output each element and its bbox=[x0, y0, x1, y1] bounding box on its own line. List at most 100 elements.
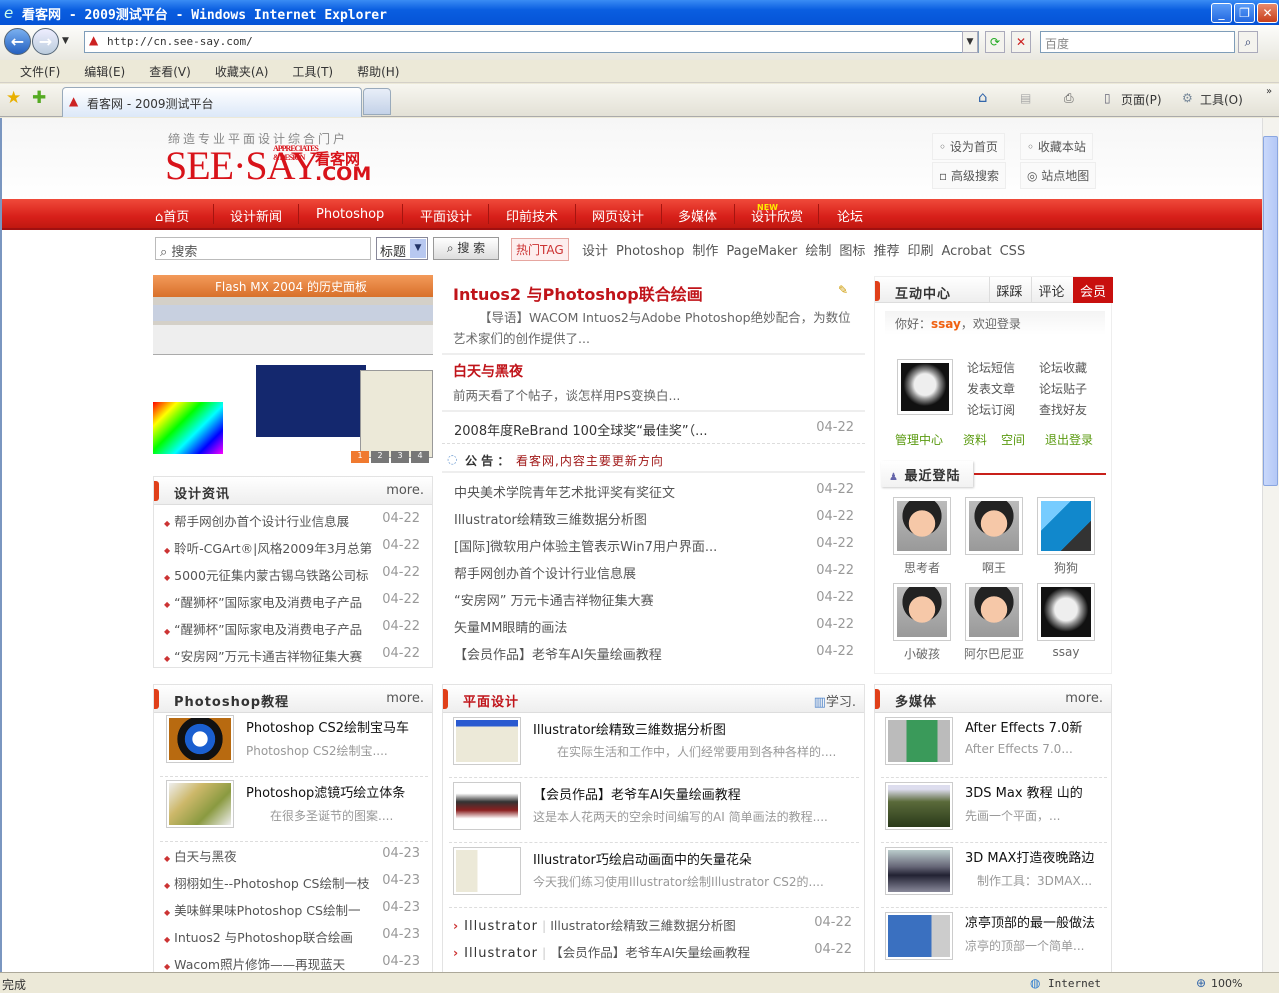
news-row[interactable]: 矢量MM眼睛的画法 04-22 bbox=[454, 617, 854, 637]
list-item[interactable]: ◆ “醒狮杯”国际家电及消费电子产品 04-22 bbox=[164, 619, 420, 639]
more-link[interactable]: more. bbox=[1065, 691, 1103, 706]
sitemap-link[interactable]: ◎ 站点地图 bbox=[1020, 162, 1097, 189]
menu-edit[interactable]: 编辑(E) bbox=[84, 65, 125, 79]
menu-file[interactable]: 文件(F) bbox=[20, 65, 60, 79]
search-field-select[interactable]: 标题 ▼ bbox=[376, 237, 428, 260]
recent-user-name[interactable]: 阿尔巴尼亚 bbox=[961, 645, 1027, 662]
list-item[interactable]: ◆ Wacom照片修饰——再现蓝天 04-23 bbox=[164, 954, 420, 972]
hot-tag[interactable]: 推荐 bbox=[873, 244, 899, 259]
nav-photoshop[interactable]: Photoshop bbox=[316, 207, 384, 222]
news-row[interactable]: Illustrator绘精致三維数据分析图 04-22 bbox=[454, 509, 854, 529]
recent-user-avatar[interactable] bbox=[893, 583, 951, 641]
minimize-button[interactable]: _ bbox=[1211, 3, 1232, 23]
forum-posts-link[interactable]: 论坛贴子 bbox=[1039, 380, 1087, 397]
slide-page-2[interactable]: 2 bbox=[371, 451, 389, 463]
tools-menu[interactable]: 工具(O) bbox=[1200, 91, 1243, 108]
headline-title[interactable]: Intuos2 与Photoshop联合绘画 bbox=[453, 281, 703, 305]
logout-link[interactable]: 退出登录 bbox=[1045, 431, 1093, 448]
site-search-button[interactable]: ⌕ 搜 索 bbox=[433, 237, 499, 260]
slideshow[interactable]: Flash MX 2004 的历史面板 1 2 3 4 bbox=[153, 275, 433, 463]
thumb-image[interactable] bbox=[885, 717, 953, 765]
close-button[interactable]: ✕ bbox=[1257, 3, 1278, 23]
back-button[interactable]: ← bbox=[4, 28, 31, 55]
list-item[interactable]: › Illustrator | Illustrator绘精致三維数据分析图 04-22 bbox=[453, 915, 852, 935]
recent-user-avatar[interactable] bbox=[1037, 497, 1095, 555]
address-dropdown-icon[interactable]: ▼ bbox=[962, 31, 978, 53]
learn-link[interactable]: ▥学习. bbox=[814, 691, 856, 710]
item-title[interactable]: Photoshop CS2绘制宝马车 bbox=[246, 717, 409, 736]
item-title[interactable]: Illustrator绘精致三維数据分析图 bbox=[533, 719, 726, 738]
thumb-image[interactable] bbox=[885, 912, 953, 960]
item-title[interactable]: 【会员作品】老爷车AI矢量绘画教程 bbox=[533, 784, 741, 803]
thumb-image[interactable] bbox=[453, 782, 521, 830]
tab-members[interactable]: 会员 bbox=[1073, 277, 1113, 303]
list-item[interactable]: ◆ 5000元征集内蒙古锡乌铁路公司标 04-22 bbox=[164, 565, 420, 585]
recent-user-name[interactable]: ssay bbox=[1033, 645, 1099, 659]
hot-tag[interactable]: 图标 bbox=[839, 244, 865, 259]
tab-caicai[interactable]: 踩踩 bbox=[989, 277, 1029, 303]
favorites-star-icon[interactable]: ★ bbox=[6, 88, 21, 108]
profile-link[interactable]: 资料 bbox=[963, 431, 987, 448]
item-title[interactable]: After Effects 7.0新 bbox=[965, 717, 1105, 736]
slide-page-3[interactable]: 3 bbox=[391, 451, 409, 463]
home-icon[interactable]: ⌂ bbox=[978, 88, 988, 106]
search-go-button[interactable]: ⌕ bbox=[1238, 31, 1258, 53]
menu-help[interactable]: 帮助(H) bbox=[357, 65, 399, 79]
list-item[interactable]: › Illustrator | 【会员作品】老爷车AI矢量绘画教程 04-22 bbox=[453, 942, 852, 962]
nav-forum[interactable]: 论坛 bbox=[837, 206, 863, 225]
category-link[interactable]: Illustrator bbox=[464, 919, 538, 934]
item-title[interactable]: 3DS Max 教程 山的 bbox=[965, 782, 1105, 801]
menu-view[interactable]: 查看(V) bbox=[149, 65, 191, 79]
search-input[interactable]: 百度 bbox=[1040, 31, 1235, 53]
nav-design-news[interactable]: 设计新闻 bbox=[230, 206, 282, 225]
list-item[interactable]: ◆ 聆听-CGArt®|风格2009年3月总第 04-22 bbox=[164, 538, 420, 558]
bookmark-site-link[interactable]: ◦ 收藏本站 bbox=[1020, 133, 1093, 160]
menu-favorites[interactable]: 收藏夹(A) bbox=[215, 65, 269, 79]
news-row[interactable]: [国际]微软用户体验主管表示Win7用户界面... 04-22 bbox=[454, 536, 854, 556]
stop-button[interactable]: ✕ bbox=[1011, 31, 1031, 53]
news-row[interactable]: 2008年度ReBrand 100全球奖“最佳奖”（... 04-22 bbox=[454, 420, 854, 440]
item-title[interactable]: Photoshop滤镜巧绘立体条 bbox=[246, 782, 405, 801]
set-homepage-link[interactable]: ◦ 设为首页 bbox=[932, 133, 1005, 160]
refresh-button[interactable]: ⟳ bbox=[985, 31, 1005, 53]
recent-user-avatar[interactable] bbox=[1037, 583, 1095, 641]
history-dropdown-icon[interactable]: ▼ bbox=[62, 36, 69, 46]
scrollbar-thumb[interactable] bbox=[1263, 136, 1278, 486]
find-friends-link[interactable]: 查找好友 bbox=[1039, 401, 1087, 418]
hot-tag[interactable]: CSS bbox=[1000, 244, 1026, 259]
hot-tag[interactable]: Acrobat bbox=[941, 244, 991, 259]
thumb-image[interactable] bbox=[453, 847, 521, 895]
forward-button[interactable]: → bbox=[32, 28, 59, 55]
notice-link[interactable]: 看客网,内容主要更新方向 bbox=[516, 452, 664, 469]
thumb-image[interactable] bbox=[885, 782, 953, 830]
zoom-level[interactable]: 100% bbox=[1211, 977, 1242, 990]
thumb-image[interactable] bbox=[166, 780, 234, 828]
news-row[interactable]: 中央美术学院青年艺术批评奖有奖征文 04-22 bbox=[454, 482, 854, 502]
category-link[interactable]: Illustrator bbox=[464, 946, 538, 961]
recent-user-name[interactable]: 啊王 bbox=[961, 559, 1027, 576]
hot-tag[interactable]: PageMaker bbox=[726, 244, 797, 259]
space-link[interactable]: 空间 bbox=[1001, 431, 1025, 448]
nav-graphic-design[interactable]: 平面设计 bbox=[420, 206, 472, 225]
site-search-input[interactable]: ⌕ 搜索 bbox=[155, 237, 371, 260]
item-title[interactable]: Illustrator巧绘启动画面中的矢量花朵 bbox=[533, 849, 752, 868]
chevron-more-icon[interactable]: » bbox=[1266, 86, 1272, 97]
list-item[interactable]: ◆ 帮手网创办首个设计行业信息展 04-22 bbox=[164, 511, 420, 531]
forum-favorites-link[interactable]: 论坛收藏 bbox=[1039, 359, 1087, 376]
recent-user-name[interactable]: 思考者 bbox=[889, 559, 955, 576]
hot-tag[interactable]: 设计 bbox=[582, 244, 608, 259]
menu-tools[interactable]: 工具(T) bbox=[292, 65, 333, 79]
nav-web-design[interactable]: 网页设计 bbox=[592, 206, 644, 225]
thumb-image[interactable] bbox=[166, 715, 234, 763]
advanced-search-link[interactable]: ▫ 高级搜索 bbox=[932, 162, 1006, 189]
nav-home[interactable]: ⌂首页 bbox=[155, 206, 189, 225]
hot-tag[interactable]: Photoshop bbox=[616, 244, 684, 259]
hot-tag[interactable]: 绘制 bbox=[805, 244, 831, 259]
list-item[interactable]: ◆ 栩栩如生--Photoshop CS绘制一枝 04-23 bbox=[164, 873, 420, 893]
list-item[interactable]: ◆ 白天与黑夜 04-23 bbox=[164, 846, 420, 866]
tab-comments[interactable]: 评论 bbox=[1031, 277, 1071, 303]
nav-design-gallery[interactable]: NEW 设计欣赏 bbox=[751, 203, 803, 225]
admin-center-link[interactable]: 管理中心 bbox=[895, 431, 943, 448]
forum-subscriptions-link[interactable]: 论坛订阅 bbox=[967, 401, 1015, 418]
news-row[interactable]: “安房网” 万元卡通吉祥物征集大赛 04-22 bbox=[454, 590, 854, 610]
